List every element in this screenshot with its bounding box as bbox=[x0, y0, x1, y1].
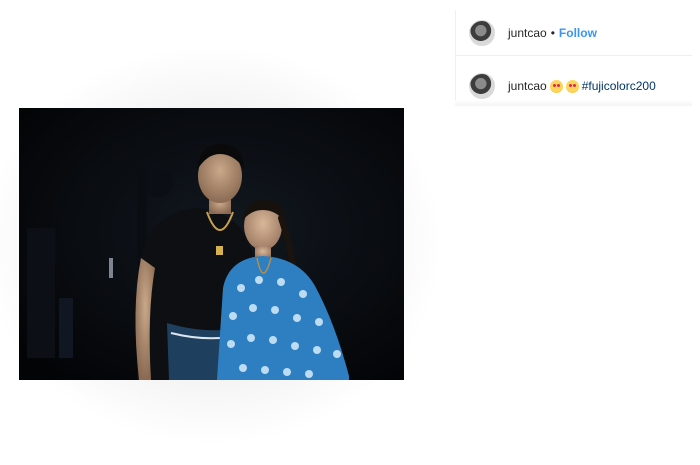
instagram-post-embed: juntcao • Follow juntcao #fujicolorc200 bbox=[0, 0, 700, 465]
post-side-panel: juntcao • Follow juntcao #fujicolorc200 bbox=[455, 0, 692, 106]
post-header: juntcao • Follow bbox=[455, 10, 692, 56]
caption-avatar[interactable] bbox=[469, 73, 495, 99]
avatar[interactable] bbox=[469, 19, 495, 46]
caption-fade bbox=[455, 100, 692, 106]
post-photo[interactable] bbox=[19, 108, 404, 380]
photo-illustration bbox=[19, 108, 404, 380]
post-caption: juntcao #fujicolorc200 bbox=[455, 73, 692, 99]
caption-hashtag[interactable]: #fujicolorc200 bbox=[582, 79, 656, 93]
heart-eyes-emoji-icon bbox=[565, 79, 579, 93]
follow-button[interactable]: Follow bbox=[559, 26, 597, 40]
caption-username[interactable]: juntcao bbox=[508, 79, 547, 93]
header-username[interactable]: juntcao bbox=[508, 26, 547, 40]
header-separator: • bbox=[550, 25, 555, 40]
heart-eyes-emoji-icon bbox=[549, 79, 563, 93]
